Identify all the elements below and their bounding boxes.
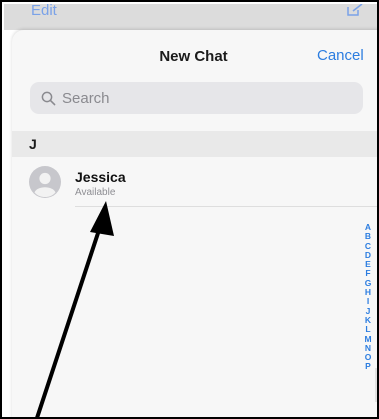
annotation-arrow bbox=[35, 201, 114, 417]
screenshot-frame: Edit New Chat Cancel J Jessic bbox=[0, 0, 379, 419]
